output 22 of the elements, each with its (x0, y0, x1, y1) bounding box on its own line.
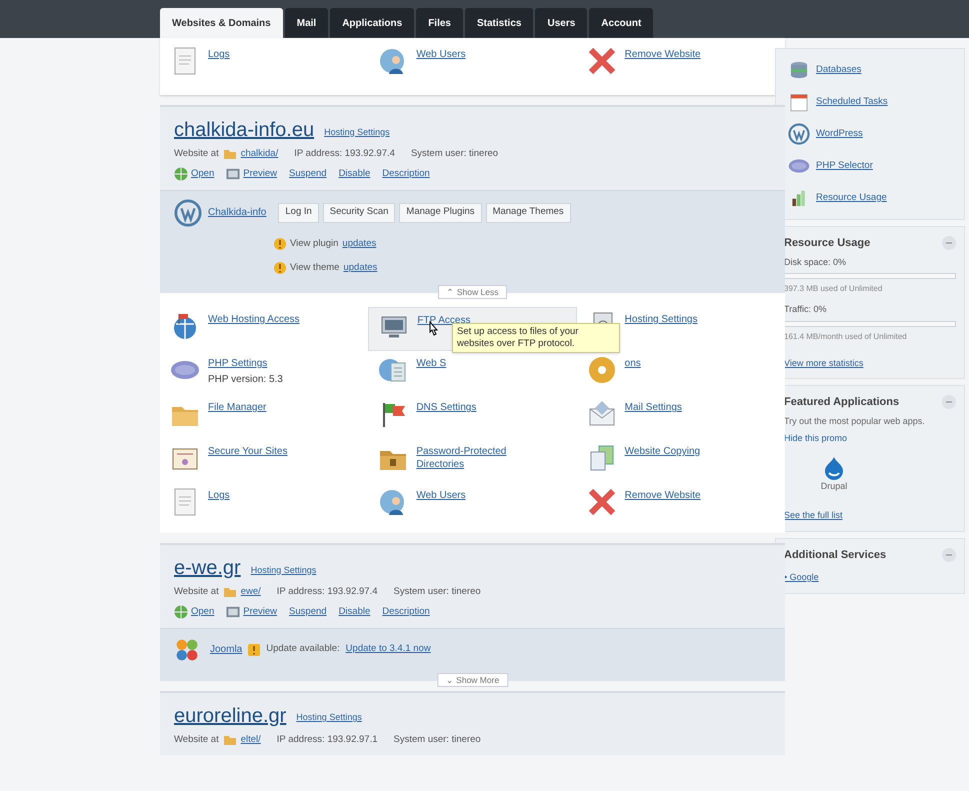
ip-address-text: IP address: 193.92.97.4 (276, 585, 378, 599)
ip-address-text: IP address: 193.92.97.4 (294, 147, 395, 161)
promo-text: Try out the most popular web apps. (784, 414, 926, 428)
meter-label: Traffic: 0% (784, 303, 828, 316)
app-name: Drupal (820, 480, 848, 493)
system-user-text: System user: tinereo (394, 585, 481, 599)
website-at-label: Website at (174, 147, 219, 161)
website-at-label: Website at (174, 585, 219, 599)
panel-title: Additional Services (784, 548, 886, 562)
system-user-text: System user: tinereo (394, 732, 481, 746)
php-version-text: PHP version: 5.3 (208, 373, 283, 387)
system-user-text: System user: tinereo (410, 147, 498, 161)
meter-note: 397.3 MB used of Unlimited (784, 283, 884, 295)
website-at-label: Website at (174, 732, 219, 746)
update-text: Update available: (266, 642, 340, 656)
meter-note: 161.4 MB/month used of Unlimited (784, 330, 908, 342)
panel-title: Resource Usage (784, 236, 870, 251)
tooltip: Set up access to files of your websites over FTP protocol. (452, 323, 620, 353)
notice-text: View plugin (290, 236, 338, 250)
ip-address-text: IP address: 193.92.97.1 (276, 732, 378, 746)
notice-text: View theme (290, 260, 340, 275)
panel-title: Featured Applications (784, 395, 900, 410)
